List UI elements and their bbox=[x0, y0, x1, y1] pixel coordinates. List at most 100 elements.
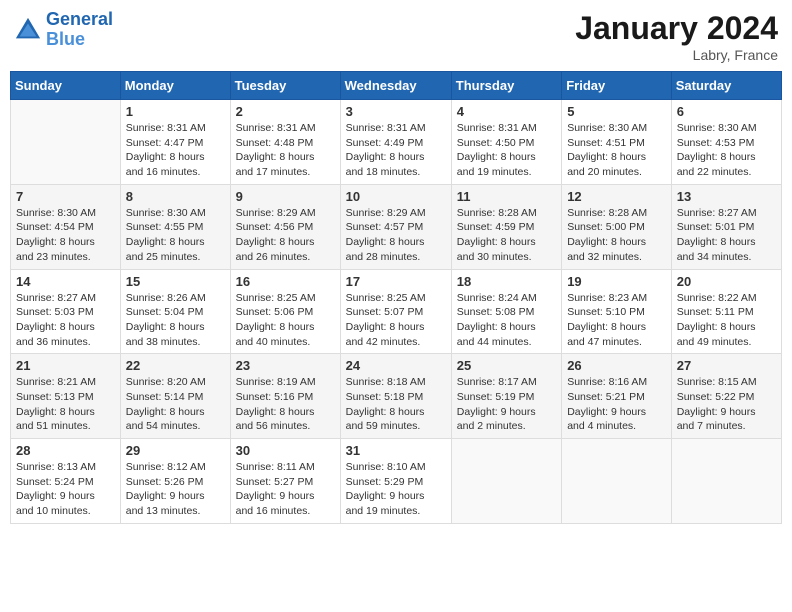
calendar-day-cell: 28 Sunrise: 8:13 AMSunset: 5:24 PMDayligh… bbox=[11, 439, 121, 524]
day-info: Sunrise: 8:15 AMSunset: 5:22 PMDaylight:… bbox=[677, 375, 776, 434]
day-info: Sunrise: 8:26 AMSunset: 5:04 PMDaylight:… bbox=[126, 291, 225, 350]
weekday-header: Saturday bbox=[671, 72, 781, 100]
weekday-header: Monday bbox=[120, 72, 230, 100]
day-info: Sunrise: 8:27 AMSunset: 5:01 PMDaylight:… bbox=[677, 206, 776, 265]
calendar-week-row: 28 Sunrise: 8:13 AMSunset: 5:24 PMDayligh… bbox=[11, 439, 782, 524]
day-number: 24 bbox=[346, 358, 446, 373]
day-number: 10 bbox=[346, 189, 446, 204]
calendar-day-cell: 1 Sunrise: 8:31 AMSunset: 4:47 PMDaylight… bbox=[120, 100, 230, 185]
calendar-day-cell: 11Sunrise: 8:28 AMSunset: 4:59 PMDayligh… bbox=[451, 184, 561, 269]
weekday-header: Sunday bbox=[11, 72, 121, 100]
day-info: Sunrise: 8:31 AMSunset: 4:48 PMDaylight:… bbox=[236, 121, 335, 180]
day-number: 5 bbox=[567, 104, 666, 119]
day-info: Sunrise: 8:19 AMSunset: 5:16 PMDaylight:… bbox=[236, 375, 335, 434]
day-info: Sunrise: 8:29 AMSunset: 4:56 PMDaylight:… bbox=[236, 206, 335, 265]
day-number: 14 bbox=[16, 274, 115, 289]
calendar-day-cell: 8 Sunrise: 8:30 AMSunset: 4:55 PMDaylight… bbox=[120, 184, 230, 269]
day-number: 26 bbox=[567, 358, 666, 373]
calendar-day-cell bbox=[671, 439, 781, 524]
day-number: 12 bbox=[567, 189, 666, 204]
calendar-day-cell: 23 Sunrise: 8:19 AMSunset: 5:16 PMDayligh… bbox=[230, 354, 340, 439]
day-number: 17 bbox=[346, 274, 446, 289]
calendar-day-cell: 3 Sunrise: 8:31 AMSunset: 4:49 PMDaylight… bbox=[340, 100, 451, 185]
day-info: Sunrise: 8:20 AMSunset: 5:14 PMDaylight:… bbox=[126, 375, 225, 434]
calendar-day-cell bbox=[11, 100, 121, 185]
day-info: Sunrise: 8:28 AMSunset: 5:00 PMDaylight:… bbox=[567, 206, 666, 265]
calendar-day-cell: 27 Sunrise: 8:15 AMSunset: 5:22 PMDayligh… bbox=[671, 354, 781, 439]
day-info: Sunrise: 8:31 AMSunset: 4:50 PMDaylight:… bbox=[457, 121, 556, 180]
day-info: Sunrise: 8:16 AMSunset: 5:21 PMDaylight:… bbox=[567, 375, 666, 434]
day-info: Sunrise: 8:30 AMSunset: 4:53 PMDaylight:… bbox=[677, 121, 776, 180]
calendar-header-row: SundayMondayTuesdayWednesdayThursdayFrid… bbox=[11, 72, 782, 100]
day-info: Sunrise: 8:30 AMSunset: 4:55 PMDaylight:… bbox=[126, 206, 225, 265]
calendar-day-cell: 19Sunrise: 8:23 AMSunset: 5:10 PMDayligh… bbox=[562, 269, 672, 354]
day-info: Sunrise: 8:21 AMSunset: 5:13 PMDaylight:… bbox=[16, 375, 115, 434]
day-number: 23 bbox=[236, 358, 335, 373]
day-info: Sunrise: 8:24 AMSunset: 5:08 PMDaylight:… bbox=[457, 291, 556, 350]
day-number: 21 bbox=[16, 358, 115, 373]
day-info: Sunrise: 8:11 AMSunset: 5:27 PMDaylight:… bbox=[236, 460, 335, 519]
page-header: General Blue January 2024 Labry, France bbox=[10, 10, 782, 63]
day-number: 3 bbox=[346, 104, 446, 119]
calendar-day-cell: 9Sunrise: 8:29 AMSunset: 4:56 PMDaylight… bbox=[230, 184, 340, 269]
weekday-header: Friday bbox=[562, 72, 672, 100]
day-info: Sunrise: 8:29 AMSunset: 4:57 PMDaylight:… bbox=[346, 206, 446, 265]
calendar-day-cell: 18 Sunrise: 8:24 AMSunset: 5:08 PMDayligh… bbox=[451, 269, 561, 354]
title-section: January 2024 Labry, France bbox=[575, 10, 778, 63]
calendar-day-cell: 16 Sunrise: 8:25 AMSunset: 5:06 PMDayligh… bbox=[230, 269, 340, 354]
day-info: Sunrise: 8:17 AMSunset: 5:19 PMDaylight:… bbox=[457, 375, 556, 434]
calendar-day-cell: 17 Sunrise: 8:25 AMSunset: 5:07 PMDayligh… bbox=[340, 269, 451, 354]
calendar-day-cell: 7Sunrise: 8:30 AMSunset: 4:54 PMDaylight… bbox=[11, 184, 121, 269]
day-number: 6 bbox=[677, 104, 776, 119]
day-info: Sunrise: 8:23 AMSunset: 5:10 PMDaylight:… bbox=[567, 291, 666, 350]
day-number: 4 bbox=[457, 104, 556, 119]
day-info: Sunrise: 8:10 AMSunset: 5:29 PMDaylight:… bbox=[346, 460, 446, 519]
calendar-day-cell: 24Sunrise: 8:18 AMSunset: 5:18 PMDayligh… bbox=[340, 354, 451, 439]
calendar-week-row: 7Sunrise: 8:30 AMSunset: 4:54 PMDaylight… bbox=[11, 184, 782, 269]
day-number: 27 bbox=[677, 358, 776, 373]
day-info: Sunrise: 8:22 AMSunset: 5:11 PMDaylight:… bbox=[677, 291, 776, 350]
day-info: Sunrise: 8:25 AMSunset: 5:06 PMDaylight:… bbox=[236, 291, 335, 350]
day-number: 13 bbox=[677, 189, 776, 204]
calendar-day-cell: 2 Sunrise: 8:31 AMSunset: 4:48 PMDaylight… bbox=[230, 100, 340, 185]
day-number: 28 bbox=[16, 443, 115, 458]
calendar-week-row: 21 Sunrise: 8:21 AMSunset: 5:13 PMDayligh… bbox=[11, 354, 782, 439]
logo: General Blue bbox=[14, 10, 113, 50]
calendar-day-cell: 20 Sunrise: 8:22 AMSunset: 5:11 PMDayligh… bbox=[671, 269, 781, 354]
day-info: Sunrise: 8:25 AMSunset: 5:07 PMDaylight:… bbox=[346, 291, 446, 350]
weekday-header: Thursday bbox=[451, 72, 561, 100]
weekday-header: Tuesday bbox=[230, 72, 340, 100]
calendar-day-cell bbox=[451, 439, 561, 524]
calendar-day-cell: 29Sunrise: 8:12 AMSunset: 5:26 PMDayligh… bbox=[120, 439, 230, 524]
day-number: 8 bbox=[126, 189, 225, 204]
day-number: 22 bbox=[126, 358, 225, 373]
day-number: 2 bbox=[236, 104, 335, 119]
month-title: January 2024 bbox=[575, 10, 778, 47]
calendar-day-cell: 31 Sunrise: 8:10 AMSunset: 5:29 PMDayligh… bbox=[340, 439, 451, 524]
calendar-week-row: 14 Sunrise: 8:27 AMSunset: 5:03 PMDayligh… bbox=[11, 269, 782, 354]
day-number: 25 bbox=[457, 358, 556, 373]
day-info: Sunrise: 8:13 AMSunset: 5:24 PMDaylight:… bbox=[16, 460, 115, 519]
day-number: 31 bbox=[346, 443, 446, 458]
day-number: 29 bbox=[126, 443, 225, 458]
day-number: 16 bbox=[236, 274, 335, 289]
calendar-day-cell: 22 Sunrise: 8:20 AMSunset: 5:14 PMDayligh… bbox=[120, 354, 230, 439]
day-number: 20 bbox=[677, 274, 776, 289]
day-info: Sunrise: 8:31 AMSunset: 4:47 PMDaylight:… bbox=[126, 121, 225, 180]
day-number: 1 bbox=[126, 104, 225, 119]
day-info: Sunrise: 8:31 AMSunset: 4:49 PMDaylight:… bbox=[346, 121, 446, 180]
day-info: Sunrise: 8:27 AMSunset: 5:03 PMDaylight:… bbox=[16, 291, 115, 350]
day-info: Sunrise: 8:30 AMSunset: 4:54 PMDaylight:… bbox=[16, 206, 115, 265]
day-number: 18 bbox=[457, 274, 556, 289]
calendar-week-row: 1 Sunrise: 8:31 AMSunset: 4:47 PMDaylight… bbox=[11, 100, 782, 185]
location: Labry, France bbox=[575, 47, 778, 63]
calendar-day-cell: 26 Sunrise: 8:16 AMSunset: 5:21 PMDayligh… bbox=[562, 354, 672, 439]
calendar-day-cell: 30Sunrise: 8:11 AMSunset: 5:27 PMDayligh… bbox=[230, 439, 340, 524]
calendar-day-cell: 13 Sunrise: 8:27 AMSunset: 5:01 PMDayligh… bbox=[671, 184, 781, 269]
logo-icon bbox=[14, 16, 42, 44]
calendar-day-cell: 10 Sunrise: 8:29 AMSunset: 4:57 PMDayligh… bbox=[340, 184, 451, 269]
calendar-day-cell: 21 Sunrise: 8:21 AMSunset: 5:13 PMDayligh… bbox=[11, 354, 121, 439]
calendar-day-cell: 5Sunrise: 8:30 AMSunset: 4:51 PMDaylight… bbox=[562, 100, 672, 185]
logo-text: General Blue bbox=[46, 10, 113, 50]
calendar-day-cell: 14 Sunrise: 8:27 AMSunset: 5:03 PMDayligh… bbox=[11, 269, 121, 354]
